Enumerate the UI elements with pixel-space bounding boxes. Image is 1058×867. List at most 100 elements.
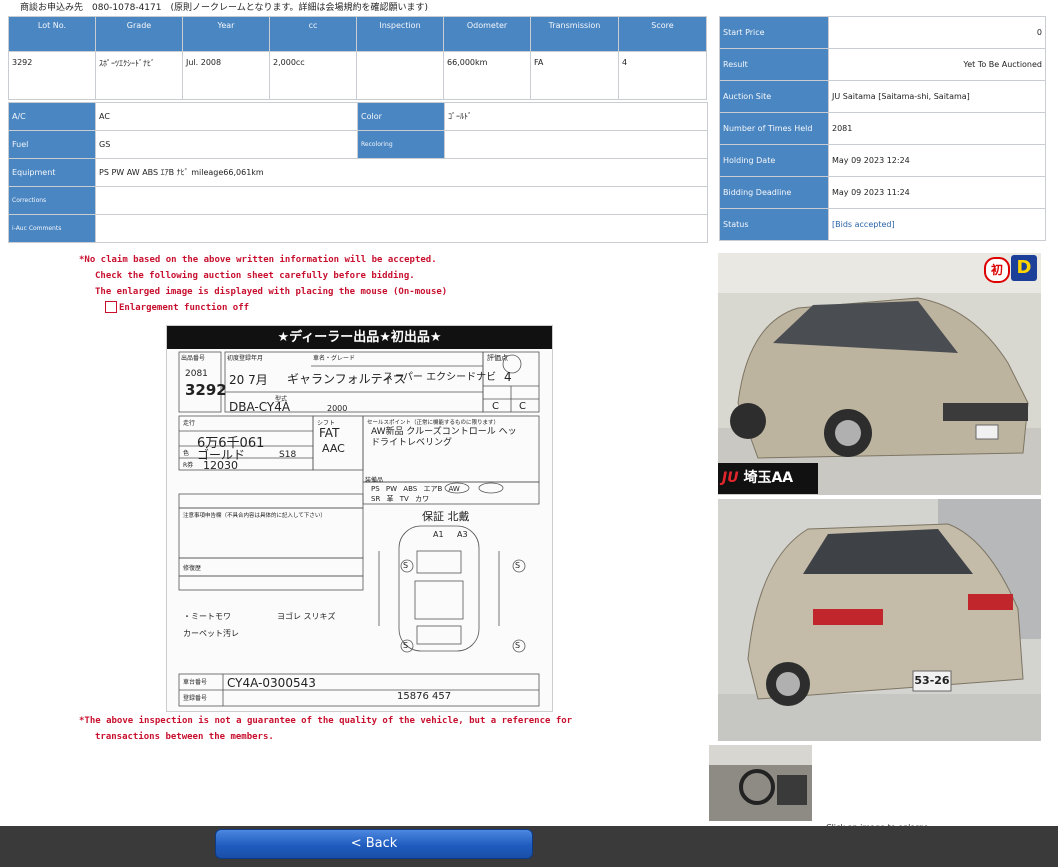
lot-value-cell: 2,000cc [269, 51, 357, 100]
auction-house-logo: JU 埼玉AA [718, 463, 818, 494]
sheet-diagram-mark: S [403, 561, 409, 570]
sheet-owner: 保証 北戴 [422, 510, 470, 523]
sheet-reg: 15876 457 [397, 691, 452, 702]
auction-site-value: JU Saitama [Saitama-shi, Saitama] [828, 80, 1046, 113]
sheet-note: ・ミートモワ [183, 612, 231, 621]
equipment-label: Equipment [8, 158, 96, 187]
info-row-site: Auction Site JU Saitama [Saitama-shi, Sa… [719, 80, 1046, 113]
sheet-equip-item: PW [385, 485, 398, 493]
color-label: Color [357, 102, 445, 131]
bidding-deadline-label: Bidding Deadline [719, 176, 829, 209]
ju-logo-text: JU [722, 470, 739, 486]
equipment-value: PS PW AW ABS ｴｱB ﾅﾋﾞ mileage66,061km [95, 158, 708, 187]
info-row-status: Status [Bids accepted] [719, 208, 1046, 241]
sheet-tax: 12030 [203, 459, 238, 472]
info-row-times: Number of Times Held 2081 [719, 112, 1046, 145]
lot-header-cell: Score [618, 16, 707, 52]
sheet-equip-label: 装備品 [365, 477, 384, 484]
sheet-diagram-mark: S [515, 561, 521, 570]
vehicle-spec-table: A/C AC Color ｺﾞｰﾙﾄﾞ Fuel GS Recoloring E… [8, 102, 708, 243]
sheet-year-label: 初度登録年月 [227, 355, 264, 362]
lot-header-cell: cc [269, 16, 357, 52]
sheet-diagram-mark: S [403, 641, 409, 650]
interior-thumbnail[interactable] [709, 745, 812, 821]
sheet-year: 20 7月 [229, 373, 268, 387]
lot-value-cell: 4 [618, 51, 707, 100]
lot-value-cell: FA [530, 51, 619, 100]
lot-header-cell: Inspection [356, 16, 444, 52]
lot-summary-table: Lot No. Grade Year cc Inspection Odomete… [8, 16, 707, 100]
sheet-repair-label: 修復歴 [183, 565, 202, 572]
status-value: [Bids accepted] [828, 208, 1046, 241]
sheet-cc: 2000 [327, 404, 348, 413]
lot-header-cell: Grade [95, 16, 183, 52]
holding-date-value: May 09 2023 12:24 [828, 144, 1046, 177]
no-claim-notice: *No claim based on the above written inf… [79, 255, 437, 265]
recoloring-label: Recoloring [357, 130, 445, 159]
lot-value-cell: ｽﾎﾟｰﾂｴｸｼｰﾄﾞﾅﾋﾞ [95, 51, 183, 100]
auction-site-label: Auction Site [719, 80, 829, 113]
interior-illustration [709, 745, 812, 821]
contact-note: 商談お申込み先 080-1078-4171 (原則ノークレームとなります。詳細は… [20, 3, 429, 13]
lot-value-cell: 66,000km [443, 51, 531, 100]
sheet-equip-item: 革 [386, 495, 394, 503]
car-front-illustration [718, 253, 1041, 495]
times-held-label: Number of Times Held [719, 112, 829, 145]
enlargement-checkbox[interactable] [105, 301, 117, 313]
enlargement-checkbox-label[interactable]: Enlargement function off [119, 303, 249, 313]
sheet-note: ヨゴレ スリキズ [277, 612, 336, 621]
ac-value: AC [95, 102, 358, 131]
start-price-value: 0 [828, 16, 1046, 49]
sheet-name-label: 車名・グレード [313, 355, 356, 362]
lot-header-cell: Lot No. [8, 16, 96, 52]
auction-info-table: Start Price 0 Result Yet To Be Auctioned… [719, 16, 1046, 241]
holding-date-label: Holding Date [719, 144, 829, 177]
sheet-model-code: DBA-CY4A [229, 400, 291, 414]
sheet-diagram-mark: S [515, 641, 521, 650]
sheet-score-label: 評価点 [487, 354, 508, 362]
lot-header-cell: Year [182, 16, 270, 52]
back-button[interactable]: < Back [215, 829, 533, 859]
spec-row-ac: A/C AC Color ｺﾞｰﾙﾄﾞ [8, 102, 708, 131]
sheet-sales-points: AW新品 クルーズコントロール ヘッドライトレベリング [371, 427, 517, 448]
inspection-disclaimer-cont: transactions between the members. [95, 732, 274, 742]
sheet-equip-item: AW [448, 485, 460, 493]
license-plate: 53-26 [914, 674, 950, 687]
sheet-ac: AAC [322, 442, 345, 455]
status-label: Status [719, 208, 829, 241]
inspection-disclaimer: *The above inspection is not a guarantee… [79, 716, 573, 726]
comments-label: i-Auc Comments [8, 214, 96, 243]
sheet-diagram-mark: A3 [457, 530, 468, 539]
car-rear-photo[interactable]: 53-26 [718, 499, 1041, 741]
start-price-label: Start Price [719, 16, 829, 49]
fuel-label: Fuel [8, 130, 96, 159]
sheet-times: 2081 [185, 369, 208, 379]
info-row-result: Result Yet To Be Auctioned [719, 48, 1046, 81]
info-row-holding: Holding Date May 09 2023 12:24 [719, 144, 1046, 177]
check-sheet-notice: Check the following auction sheet carefu… [95, 271, 415, 281]
sheet-mileage-label: 走行 [183, 420, 196, 427]
auction-sheet-image[interactable]: ★ディーラー出品★初出品★ 出品番号 初度登録年月 車名・グレード 評価点 20… [166, 325, 553, 712]
ac-label: A/C [8, 102, 96, 131]
comments-value [95, 214, 708, 243]
enlarge-info-notice: The enlarged image is displayed with pla… [95, 287, 448, 297]
info-row-deadline: Bidding Deadline May 09 2023 11:24 [719, 176, 1046, 209]
sheet-equipment: PS PW ABS エアB AW SR 革 TV カワ [371, 484, 531, 504]
sheet-grade: スーパー エクシードナビ [383, 372, 497, 383]
sheet-color-label: 色 [183, 450, 190, 457]
sheet-chassis: CY4A-0300543 [227, 676, 316, 690]
sheet-diagram-mark: A1 [433, 530, 444, 539]
car-rear-illustration [718, 499, 1041, 741]
sheet-reg-label: 登録番号 [183, 695, 208, 702]
auction-house-name: 埼玉AA [743, 470, 794, 486]
sheet-tax-label: R券 [183, 462, 194, 469]
dealer-badge: D [1011, 255, 1037, 281]
car-front-photo[interactable]: 初 D JU 埼玉AA [718, 253, 1041, 495]
spec-row-equipment: Equipment PS PW AW ABS ｴｱB ﾅﾋﾞ mileage66… [8, 158, 708, 187]
sheet-exterior-grade: C [519, 401, 526, 412]
fuel-value: GS [95, 130, 358, 159]
spec-row-corrections: Corrections [8, 186, 708, 215]
sheet-equip-item: エアB [423, 485, 443, 493]
lot-value-cell: Jul. 2008 [182, 51, 270, 100]
sheet-sales-label: セールスポイント（正常に機能するものに限ります） [367, 420, 500, 426]
